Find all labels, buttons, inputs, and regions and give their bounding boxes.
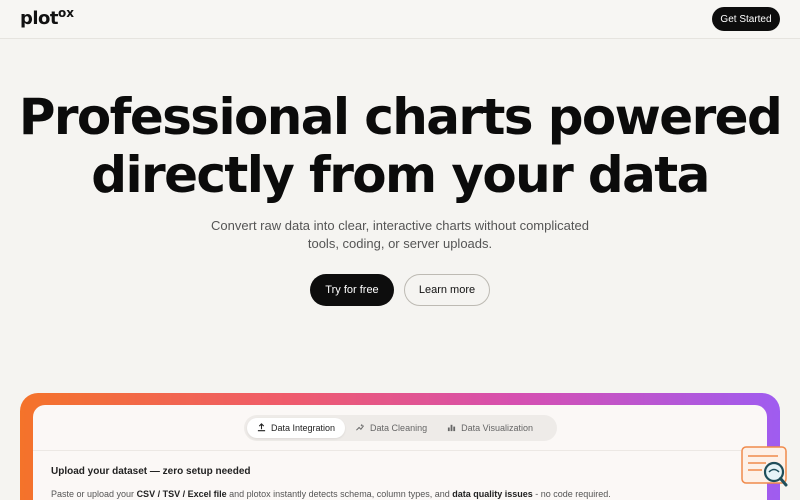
panel-text-part: and plotox instantly detects schema, col… — [226, 489, 453, 499]
tab-label: Data Visualization — [461, 423, 533, 433]
hero-title-line-1: Professional charts powered — [18, 88, 783, 146]
panel-heading: Upload your dataset — zero setup needed — [51, 466, 251, 477]
tab-data-integration[interactable]: Data Integration — [247, 418, 346, 438]
hero-subtitle-line-2: tools, coding, or server uploads. — [307, 236, 493, 251]
plotox-logo[interactable]: plotox — [20, 6, 75, 29]
tab-label: Data Cleaning — [370, 423, 428, 433]
hero-subtitle: Convert raw data into clear, interactive… — [200, 217, 600, 253]
demo-tab-bar: Data Integration Data Cleaning Data Visu… — [244, 415, 557, 441]
hero-title-line-2: directly from your data — [91, 146, 710, 204]
tab-label: Data Integration — [271, 423, 336, 433]
hero-title: Professional charts powered directly fro… — [0, 88, 800, 204]
try-for-free-button[interactable]: Try for free — [310, 274, 394, 306]
search-chat-icon[interactable] — [740, 445, 792, 490]
panel-divider — [33, 450, 767, 451]
panel-text-bold: CSV / TSV / Excel file — [136, 489, 227, 499]
panel-text-part: Paste or upload your — [51, 489, 137, 499]
upload-icon — [257, 422, 266, 434]
panel-text-bold: data quality issues — [452, 489, 533, 499]
logo-superscript: ox — [58, 6, 75, 20]
sparkle-line-icon — [355, 423, 365, 434]
hero-subtitle-line-1: Convert raw data into clear, interactive… — [211, 218, 589, 233]
logo-text: plot — [20, 8, 59, 29]
bar-chart-icon — [447, 423, 456, 434]
tab-data-visualization[interactable]: Data Visualization — [437, 418, 543, 438]
tab-data-cleaning[interactable]: Data Cleaning — [345, 418, 437, 438]
panel-description: Paste or upload your CSV / TSV / Excel f… — [51, 489, 611, 499]
top-navigation-bar: plotox Get Started — [0, 0, 800, 39]
get-started-button[interactable]: Get Started — [712, 7, 780, 31]
panel-text-part: - no code required. — [532, 489, 611, 499]
learn-more-button[interactable]: Learn more — [404, 274, 490, 306]
hero-cta-group: Try for free Learn more — [0, 274, 800, 306]
